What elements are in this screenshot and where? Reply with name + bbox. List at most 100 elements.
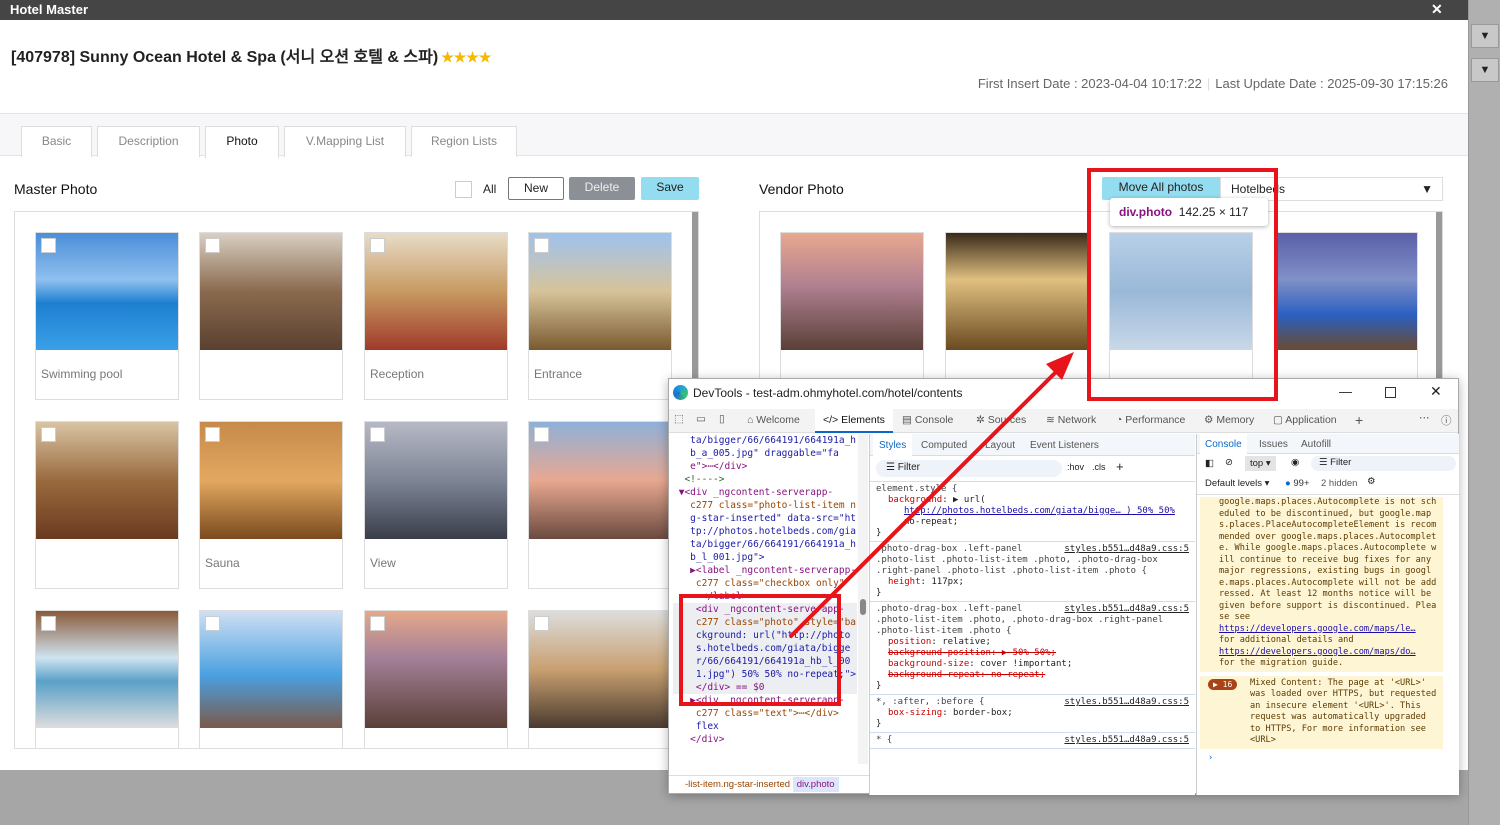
- css-value[interactable]: : ▶ url(: [942, 495, 985, 505]
- stylesheet-link[interactable]: styles.b551…d48a9.css:5: [1064, 735, 1189, 746]
- add-rule-icon[interactable]: +: [1116, 459, 1124, 474]
- photo[interactable]: [200, 233, 342, 350]
- css-property[interactable]: background-repeat: [888, 670, 980, 680]
- style-rule[interactable]: styles.b551…d48a9.css:5 * {: [870, 733, 1195, 749]
- tab-sources[interactable]: ✲ Sources: [976, 414, 1026, 426]
- dom-node-line[interactable]: s.hotelbeds.com/giata/bigge: [673, 642, 857, 655]
- more-icon[interactable]: ⋯: [1419, 412, 1430, 424]
- photo-checkbox[interactable]: [41, 427, 56, 442]
- tab-layout[interactable]: Layout: [985, 440, 1015, 451]
- photo[interactable]: [1274, 233, 1417, 350]
- delete-button[interactable]: Delete: [569, 177, 635, 200]
- photo[interactable]: [945, 233, 1088, 350]
- style-rule[interactable]: styles.b551…d48a9.css:5 .photo-drag-box .…: [870, 602, 1195, 695]
- vendor-photo-card[interactable]: [1109, 232, 1253, 381]
- photo-checkbox[interactable]: [205, 238, 220, 253]
- master-photo-card[interactable]: View: [364, 421, 508, 589]
- dom-node-line[interactable]: ▶<div _ngcontent-serverapp-: [673, 694, 857, 707]
- photo-checkbox[interactable]: [41, 238, 56, 253]
- dom-node-line[interactable]: b_a_005.jpg" draggable="fa: [673, 447, 857, 460]
- master-photo-card[interactable]: Reception: [364, 232, 508, 400]
- dom-node-line[interactable]: ⋯</label>: [673, 590, 857, 603]
- log-levels-select[interactable]: Default levels ▾: [1205, 478, 1269, 489]
- master-photo-card[interactable]: [199, 232, 343, 400]
- tab-console[interactable]: ▤ Console: [902, 414, 953, 426]
- tab-event-listeners[interactable]: Event Listeners: [1030, 440, 1099, 451]
- context-select[interactable]: top ▾: [1245, 456, 1276, 471]
- photo-checkbox[interactable]: [370, 238, 385, 253]
- master-photo-card[interactable]: [35, 610, 179, 748]
- tab-autofill[interactable]: Autofill: [1301, 439, 1331, 450]
- tab-welcome[interactable]: ⌂ Welcome: [747, 414, 800, 426]
- help-icon[interactable]: ⓘ: [1441, 413, 1452, 428]
- vendor-photo-card[interactable]: [944, 232, 1089, 381]
- dom-node-line[interactable]: ▼<div _ngcontent-serverapp-: [673, 486, 857, 499]
- breadcrumb-item-active[interactable]: div.photo: [792, 777, 839, 792]
- stylesheet-link[interactable]: styles.b551…d48a9.css:5: [1064, 697, 1189, 708]
- css-property[interactable]: background-position: [888, 648, 991, 658]
- photo-checkbox[interactable]: [534, 238, 549, 253]
- tab-application[interactable]: ▢ Application: [1273, 414, 1337, 426]
- dom-node-line[interactable]: g-star-inserted" data-src="ht: [673, 512, 857, 525]
- css-value[interactable]: : border-box;: [942, 708, 1012, 718]
- photo-checkbox[interactable]: [41, 616, 56, 631]
- scrollbar[interactable]: [1436, 212, 1442, 381]
- dom-node-line[interactable]: </div> == $0: [673, 681, 857, 694]
- dom-node-line[interactable]: </div>: [673, 733, 857, 746]
- tab-console-drawer[interactable]: Console: [1200, 434, 1247, 454]
- close-icon[interactable]: ✕: [1431, 1, 1443, 17]
- styles-filter-input[interactable]: ☰ Filter: [876, 460, 1062, 477]
- dom-node-line[interactable]: ckground: url("http://photo: [673, 629, 857, 642]
- dom-node-line[interactable]: c277 class="text">⋯</div>: [673, 707, 857, 720]
- master-photo-card[interactable]: Entrance: [528, 232, 672, 400]
- dom-node-line[interactable]: flex: [673, 720, 857, 733]
- css-value[interactable]: : cover !important;: [969, 659, 1072, 669]
- sidebar-toggle-icon[interactable]: ◧: [1205, 458, 1214, 469]
- dom-node-line[interactable]: e">⋯</div>: [673, 460, 857, 473]
- dom-node-line[interactable]: c277 class="photo" style="ba: [673, 616, 857, 629]
- repeat-badge[interactable]: ▶ 16: [1208, 678, 1238, 690]
- tab-region-lists[interactable]: Region Lists: [411, 126, 517, 157]
- stylesheet-link[interactable]: styles.b551…d48a9.css:5: [1064, 604, 1189, 615]
- photo-checkbox[interactable]: [370, 616, 385, 631]
- photo[interactable]: [365, 422, 507, 539]
- add-tab-icon[interactable]: +: [1355, 412, 1363, 428]
- master-photo-card[interactable]: Sauna: [199, 421, 343, 589]
- photo[interactable]: [1110, 233, 1252, 350]
- tab-elements[interactable]: </> Elements: [815, 409, 893, 433]
- photo-checkbox[interactable]: [205, 616, 220, 631]
- eye-icon[interactable]: ◉: [1291, 457, 1299, 468]
- tab-basic[interactable]: Basic: [21, 126, 92, 157]
- photo[interactable]: [200, 611, 342, 728]
- style-rule[interactable]: styles.b551…d48a9.css:5 *, :after, :befor…: [870, 695, 1195, 733]
- console-link[interactable]: https://developers.google.com/maps/do…: [1219, 647, 1416, 657]
- photo-checkbox[interactable]: [534, 616, 549, 631]
- dom-tree[interactable]: ta/bigger/66/664191/664191a_h b_a_005.jp…: [669, 434, 857, 764]
- vendor-photo-card[interactable]: [780, 232, 924, 381]
- stylesheet-link[interactable]: styles.b551…d48a9.css:5: [1064, 544, 1189, 555]
- photo-checkbox[interactable]: [534, 427, 549, 442]
- select-all-checkbox[interactable]: [455, 181, 472, 198]
- move-all-photos-button[interactable]: Move All photos: [1102, 177, 1220, 200]
- dom-node-line[interactable]: ▶<label _ngcontent-serverapp-: [673, 564, 857, 577]
- photo[interactable]: [200, 422, 342, 539]
- master-photo-card[interactable]: Swimming pool: [35, 232, 179, 400]
- css-value[interactable]: : ▶ 50% 50%;: [991, 648, 1056, 658]
- photo-checkbox[interactable]: [205, 427, 220, 442]
- css-value[interactable]: : no-repeat;: [980, 670, 1045, 680]
- photo[interactable]: [529, 611, 671, 728]
- console-filter-input[interactable]: ☰ Filter: [1311, 456, 1456, 471]
- photo[interactable]: [36, 422, 178, 539]
- master-photo-card[interactable]: [35, 421, 179, 589]
- tab-computed[interactable]: Computed: [921, 440, 967, 451]
- close-icon[interactable]: ✕: [1430, 383, 1442, 400]
- device-icon[interactable]: ▭: [696, 413, 706, 425]
- cls-toggle[interactable]: .cls: [1092, 462, 1106, 472]
- breadcrumb-item[interactable]: -list-item.ng-star-inserted: [685, 779, 790, 790]
- tab-styles[interactable]: Styles: [873, 434, 913, 456]
- css-property[interactable]: background: [888, 495, 942, 505]
- tab-photo[interactable]: Photo: [205, 126, 279, 158]
- settings-icon[interactable]: ⚙: [1367, 476, 1376, 487]
- vendor-photo-card[interactable]: [1273, 232, 1418, 381]
- maximize-icon[interactable]: [1385, 387, 1396, 398]
